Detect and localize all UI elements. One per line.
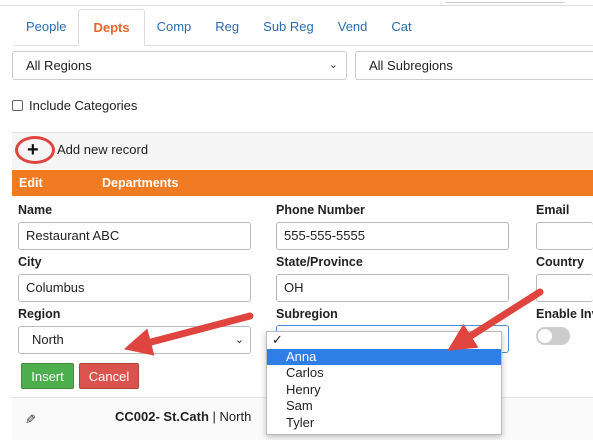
annotation-arrows bbox=[123, 288, 544, 356]
arrow-to-subregion bbox=[447, 288, 544, 351]
arrow-to-region bbox=[123, 312, 254, 356]
